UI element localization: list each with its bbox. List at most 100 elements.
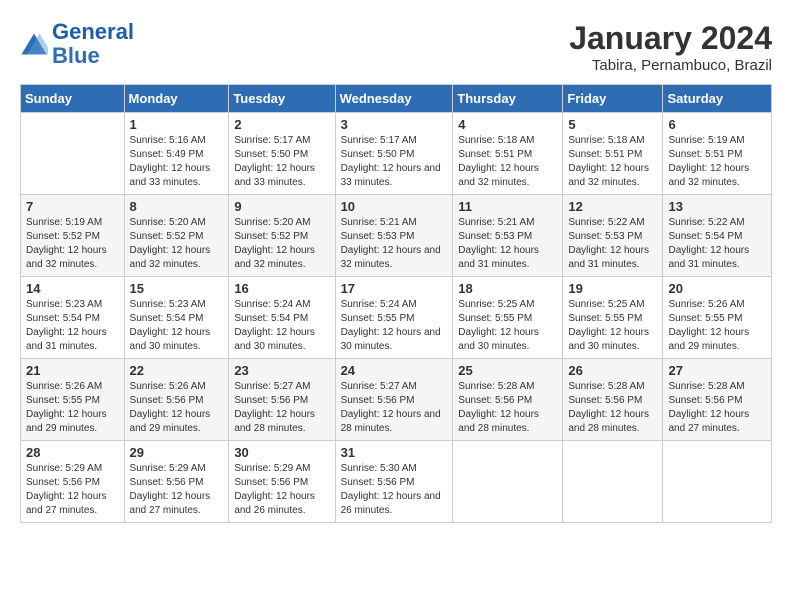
day-cell: 16 Sunrise: 5:24 AMSunset: 5:54 PMDayligh… <box>229 277 335 359</box>
day-number: 22 <box>130 363 224 378</box>
day-info: Sunrise: 5:17 AMSunset: 5:50 PMDaylight:… <box>341 134 448 190</box>
day-cell: 22 Sunrise: 5:26 AMSunset: 5:56 PMDayligh… <box>124 359 229 441</box>
day-info: Sunrise: 5:24 AMSunset: 5:54 PMDaylight:… <box>234 298 329 354</box>
day-info: Sunrise: 5:22 AMSunset: 5:54 PMDaylight:… <box>668 216 766 272</box>
day-number: 5 <box>568 117 657 132</box>
day-info: Sunrise: 5:28 AMSunset: 5:56 PMDaylight:… <box>458 380 557 436</box>
week-row-4: 21Sunrise: 5:26 AMSunset: 5:55 PMDayligh… <box>21 359 772 441</box>
day-info: Sunrise: 5:26 AMSunset: 5:56 PMDaylight:… <box>130 380 224 436</box>
day-info: Sunrise: 5:27 AMSunset: 5:56 PMDaylight:… <box>341 380 448 436</box>
day-number: 12 <box>568 199 657 214</box>
day-number: 31 <box>341 445 448 460</box>
day-info: Sunrise: 5:19 AMSunset: 5:52 PMDaylight:… <box>26 216 119 272</box>
day-number: 18 <box>458 281 557 296</box>
col-header-wednesday: Wednesday <box>335 85 453 113</box>
day-info: Sunrise: 5:28 AMSunset: 5:56 PMDaylight:… <box>568 380 657 436</box>
day-info: Sunrise: 5:21 AMSunset: 5:53 PMDaylight:… <box>458 216 557 272</box>
day-cell: 14Sunrise: 5:23 AMSunset: 5:54 PMDayligh… <box>21 277 125 359</box>
day-cell: 13 Sunrise: 5:22 AMSunset: 5:54 PMDayligh… <box>663 195 772 277</box>
day-number: 2 <box>234 117 329 132</box>
day-info: Sunrise: 5:24 AMSunset: 5:55 PMDaylight:… <box>341 298 448 354</box>
day-number: 7 <box>26 199 119 214</box>
day-info: Sunrise: 5:23 AMSunset: 5:54 PMDaylight:… <box>130 298 224 354</box>
day-cell: 28 Sunrise: 5:29 AMSunset: 5:56 PMDayligh… <box>21 441 125 523</box>
day-number: 23 <box>234 363 329 378</box>
day-number: 1 <box>130 117 224 132</box>
day-number: 19 <box>568 281 657 296</box>
week-row-5: 28 Sunrise: 5:29 AMSunset: 5:56 PMDayligh… <box>21 441 772 523</box>
day-info: Sunrise: 5:28 AMSunset: 5:56 PMDaylight:… <box>668 380 766 436</box>
day-cell: 4 Sunrise: 5:18 AMSunset: 5:51 PMDaylight… <box>453 113 563 195</box>
day-info: Sunrise: 5:29 AMSunset: 5:56 PMDaylight:… <box>26 462 119 518</box>
day-cell <box>453 441 563 523</box>
day-cell: 6 Sunrise: 5:19 AMSunset: 5:51 PMDaylight… <box>663 113 772 195</box>
day-number: 9 <box>234 199 329 214</box>
day-info: Sunrise: 5:26 AMSunset: 5:55 PMDaylight:… <box>668 298 766 354</box>
day-number: 24 <box>341 363 448 378</box>
day-cell: 23 Sunrise: 5:27 AMSunset: 5:56 PMDayligh… <box>229 359 335 441</box>
day-cell: 7 Sunrise: 5:19 AMSunset: 5:52 PMDaylight… <box>21 195 125 277</box>
page-header: General Blue January 2024 Tabira, Pernam… <box>20 20 772 74</box>
week-row-3: 14Sunrise: 5:23 AMSunset: 5:54 PMDayligh… <box>21 277 772 359</box>
day-number: 27 <box>668 363 766 378</box>
day-info: Sunrise: 5:25 AMSunset: 5:55 PMDaylight:… <box>568 298 657 354</box>
day-info: Sunrise: 5:19 AMSunset: 5:51 PMDaylight:… <box>668 134 766 190</box>
day-cell: 1 Sunrise: 5:16 AMSunset: 5:49 PMDaylight… <box>124 113 229 195</box>
day-number: 20 <box>668 281 766 296</box>
day-info: Sunrise: 5:18 AMSunset: 5:51 PMDaylight:… <box>458 134 557 190</box>
day-cell: 3 Sunrise: 5:17 AMSunset: 5:50 PMDaylight… <box>335 113 453 195</box>
day-cell: 10Sunrise: 5:21 AMSunset: 5:53 PMDayligh… <box>335 195 453 277</box>
day-cell: 20 Sunrise: 5:26 AMSunset: 5:55 PMDayligh… <box>663 277 772 359</box>
day-number: 13 <box>668 199 766 214</box>
day-number: 28 <box>26 445 119 460</box>
week-row-1: 1 Sunrise: 5:16 AMSunset: 5:49 PMDaylight… <box>21 113 772 195</box>
week-row-2: 7 Sunrise: 5:19 AMSunset: 5:52 PMDaylight… <box>21 195 772 277</box>
day-cell: 11Sunrise: 5:21 AMSunset: 5:53 PMDayligh… <box>453 195 563 277</box>
day-cell: 2 Sunrise: 5:17 AMSunset: 5:50 PMDaylight… <box>229 113 335 195</box>
logo-line1: General <box>52 19 134 44</box>
day-info: Sunrise: 5:16 AMSunset: 5:49 PMDaylight:… <box>130 134 224 190</box>
day-cell: 21Sunrise: 5:26 AMSunset: 5:55 PMDayligh… <box>21 359 125 441</box>
logo-icon <box>20 30 48 58</box>
day-cell <box>21 113 125 195</box>
month-title: January 2024 <box>569 20 772 57</box>
day-cell: 15 Sunrise: 5:23 AMSunset: 5:54 PMDayligh… <box>124 277 229 359</box>
logo-text: General Blue <box>52 20 134 68</box>
day-cell: 26 Sunrise: 5:28 AMSunset: 5:56 PMDayligh… <box>563 359 663 441</box>
day-cell: 31 Sunrise: 5:30 AMSunset: 5:56 PMDayligh… <box>335 441 453 523</box>
day-cell: 27 Sunrise: 5:28 AMSunset: 5:56 PMDayligh… <box>663 359 772 441</box>
day-number: 10 <box>341 199 448 214</box>
day-cell: 18Sunrise: 5:25 AMSunset: 5:55 PMDayligh… <box>453 277 563 359</box>
day-cell <box>563 441 663 523</box>
day-number: 4 <box>458 117 557 132</box>
day-cell: 5 Sunrise: 5:18 AMSunset: 5:51 PMDaylight… <box>563 113 663 195</box>
day-cell: 8 Sunrise: 5:20 AMSunset: 5:52 PMDaylight… <box>124 195 229 277</box>
day-info: Sunrise: 5:18 AMSunset: 5:51 PMDaylight:… <box>568 134 657 190</box>
day-cell: 19 Sunrise: 5:25 AMSunset: 5:55 PMDayligh… <box>563 277 663 359</box>
day-info: Sunrise: 5:22 AMSunset: 5:53 PMDaylight:… <box>568 216 657 272</box>
day-number: 29 <box>130 445 224 460</box>
day-info: Sunrise: 5:30 AMSunset: 5:56 PMDaylight:… <box>341 462 448 518</box>
day-cell: 24 Sunrise: 5:27 AMSunset: 5:56 PMDayligh… <box>335 359 453 441</box>
logo: General Blue <box>20 20 134 68</box>
day-number: 16 <box>234 281 329 296</box>
day-number: 15 <box>130 281 224 296</box>
day-number: 6 <box>668 117 766 132</box>
day-info: Sunrise: 5:29 AMSunset: 5:56 PMDaylight:… <box>234 462 329 518</box>
day-info: Sunrise: 5:23 AMSunset: 5:54 PMDaylight:… <box>26 298 119 354</box>
day-cell <box>663 441 772 523</box>
header-row: SundayMondayTuesdayWednesdayThursdayFrid… <box>21 85 772 113</box>
day-info: Sunrise: 5:20 AMSunset: 5:52 PMDaylight:… <box>130 216 224 272</box>
col-header-saturday: Saturday <box>663 85 772 113</box>
day-cell: 29 Sunrise: 5:29 AMSunset: 5:56 PMDayligh… <box>124 441 229 523</box>
day-info: Sunrise: 5:17 AMSunset: 5:50 PMDaylight:… <box>234 134 329 190</box>
col-header-thursday: Thursday <box>453 85 563 113</box>
day-number: 8 <box>130 199 224 214</box>
day-cell: 12 Sunrise: 5:22 AMSunset: 5:53 PMDayligh… <box>563 195 663 277</box>
day-number: 3 <box>341 117 448 132</box>
day-number: 26 <box>568 363 657 378</box>
day-info: Sunrise: 5:27 AMSunset: 5:56 PMDaylight:… <box>234 380 329 436</box>
day-cell: 25Sunrise: 5:28 AMSunset: 5:56 PMDayligh… <box>453 359 563 441</box>
col-header-friday: Friday <box>563 85 663 113</box>
day-info: Sunrise: 5:29 AMSunset: 5:56 PMDaylight:… <box>130 462 224 518</box>
